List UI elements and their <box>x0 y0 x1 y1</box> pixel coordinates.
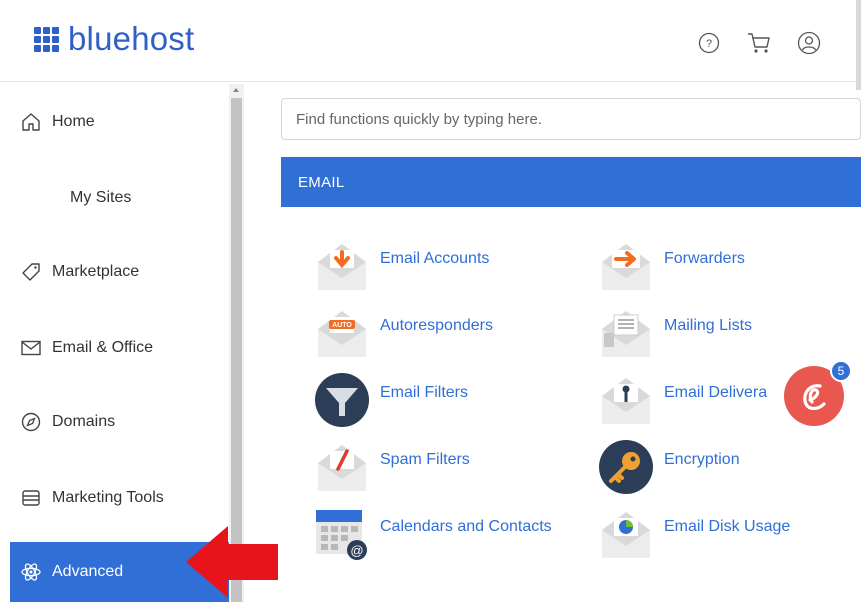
sidebar-item-label: Home <box>52 113 95 130</box>
tool-autoresponders[interactable]: AUTO Autoresponders <box>314 305 493 361</box>
bluehost-logo[interactable]: bluehost <box>34 20 194 58</box>
section-title: EMAIL <box>298 173 345 191</box>
tool-label: Spam Filters <box>380 451 470 468</box>
brand-name: bluehost <box>68 20 195 57</box>
sidebar-item-label: My Sites <box>70 189 132 206</box>
svg-text:AUTO: AUTO <box>332 322 352 329</box>
cart-icon[interactable] <box>746 30 772 56</box>
home-icon <box>20 111 42 133</box>
sidebar-item-marketing-tools[interactable]: Marketing Tools <box>10 468 230 528</box>
tray-icon <box>20 487 42 509</box>
email-deliverability-icon <box>602 378 650 424</box>
mailing-lists-icon <box>602 311 650 357</box>
spam-filters-icon <box>318 445 366 491</box>
tool-label: Calendars and Contacts <box>380 518 552 535</box>
sidebar-item-label: Advanced <box>52 563 124 580</box>
sidebar-item-label: Marketing Tools <box>52 489 164 506</box>
tool-label: Autoresponders <box>380 317 493 334</box>
account-icon[interactable] <box>796 30 822 56</box>
email-filters-icon <box>315 373 369 427</box>
sidebar-item-label: Email & Office <box>52 339 154 356</box>
tag-icon <box>20 261 42 283</box>
tool-mailing-lists[interactable]: Mailing Lists <box>598 305 752 361</box>
tool-label: Email Filters <box>380 384 469 401</box>
tool-label: Encryption <box>664 451 740 468</box>
tool-email-deliverability[interactable]: Email Delivera <box>598 372 767 428</box>
forwarders-icon <box>602 244 650 290</box>
tool-forwarders[interactable]: Forwarders <box>598 238 745 294</box>
sidebar-item-email-office[interactable]: Email & Office <box>10 318 230 378</box>
email-disk-usage-icon <box>602 512 650 558</box>
svg-text:@: @ <box>350 543 363 558</box>
tool-email-disk-usage[interactable]: Email Disk Usage <box>598 506 790 562</box>
sidebar-item-marketplace[interactable]: Marketplace <box>10 242 230 302</box>
sidebar-item-my-sites[interactable]: My Sites <box>10 168 230 228</box>
autoresponders-icon: AUTO <box>318 311 366 357</box>
encryption-icon <box>599 440 653 494</box>
chat-logo-icon <box>803 384 826 411</box>
compass-icon <box>20 411 42 433</box>
atom-icon <box>20 561 42 583</box>
tool-label: Mailing Lists <box>664 317 753 334</box>
top-header: bluehost ? <box>0 0 861 82</box>
tool-spam-filters[interactable]: Spam Filters <box>314 439 470 495</box>
tool-encryption[interactable]: Encryption <box>598 439 740 495</box>
svg-text:?: ? <box>706 38 712 50</box>
page-scrollbar[interactable] <box>856 0 861 90</box>
sidebar-item-label: Marketplace <box>52 263 140 280</box>
envelope-icon <box>20 337 42 359</box>
sidebar-item-domains[interactable]: Domains <box>10 392 230 452</box>
function-search[interactable] <box>281 98 861 140</box>
logo-grid-icon <box>34 26 59 52</box>
search-input[interactable] <box>282 99 860 139</box>
tool-email-accounts[interactable]: Email Accounts <box>314 238 489 294</box>
sidebar-item-home[interactable]: Home <box>10 92 230 152</box>
tool-label: Email Delivera <box>664 384 768 401</box>
tool-calendars-contacts[interactable]: @ Calendars and Contacts <box>314 506 552 562</box>
tool-email-filters[interactable]: Email Filters <box>314 372 468 428</box>
email-section-header[interactable]: EMAIL <box>281 157 861 207</box>
calendars-contacts-icon: @ <box>316 510 367 560</box>
tool-label: Email Disk Usage <box>664 518 791 535</box>
chat-notification-badge: 5 <box>830 360 852 382</box>
red-arrow-annotation <box>186 526 278 598</box>
email-accounts-icon <box>318 244 366 290</box>
scroll-up-arrow-icon[interactable] <box>233 88 239 92</box>
tool-label: Email Accounts <box>380 250 490 267</box>
help-icon[interactable]: ? <box>696 30 722 56</box>
sidebar-item-label: Domains <box>52 413 116 430</box>
tool-label: Forwarders <box>664 250 745 267</box>
